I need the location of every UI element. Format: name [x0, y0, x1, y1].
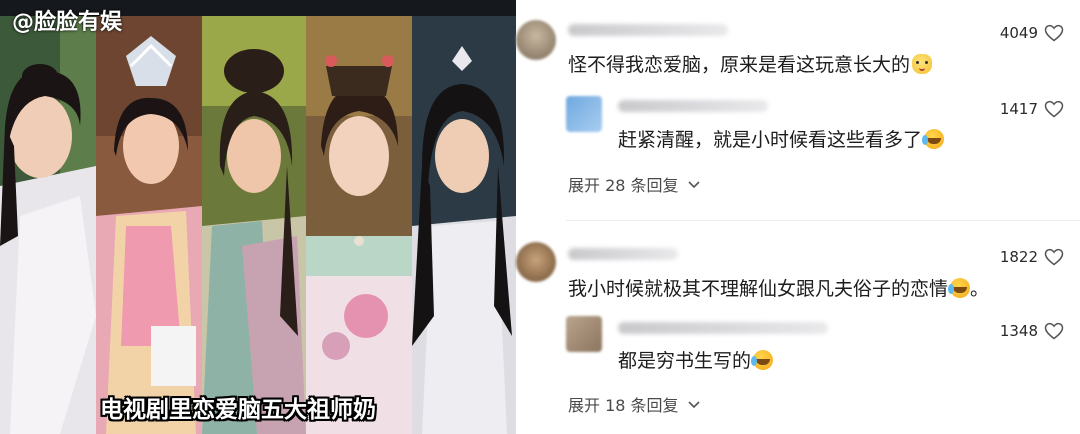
portrait-image: [0, 16, 96, 434]
expand-replies-label: 展开 28 条回复: [568, 176, 679, 195]
commenter-username[interactable]: [568, 248, 678, 260]
video-caption: 电视剧里恋爱脑五大祖师奶: [100, 397, 376, 423]
reply-avatar[interactable]: [566, 96, 602, 132]
commenter-avatar[interactable]: [516, 20, 556, 60]
video-frame[interactable]: @脸脸有娱 电视剧里恋爱脑五大祖师奶: [0, 0, 516, 434]
expand-replies-button[interactable]: 展开 18 条回复: [568, 392, 701, 416]
chevron-down-icon: [687, 181, 700, 189]
commenter-username[interactable]: [568, 24, 728, 36]
like-count: 1417: [999, 100, 1038, 118]
like-count: 4049: [999, 24, 1038, 42]
expand-replies-label: 展开 18 条回复: [568, 396, 679, 415]
reply-username[interactable]: [618, 100, 768, 112]
portrait-panel-5: [412, 16, 516, 434]
comment-text-body: 我小时候就极其不理解仙女跟凡夫俗子的恋情: [568, 278, 949, 300]
comment-text-body: 怪不得我恋爱脑，原来是看这玩意长大的: [568, 54, 911, 76]
cat-emoji: [912, 54, 933, 74]
portrait-panel-2: [96, 16, 202, 434]
like-count: 1348: [999, 322, 1038, 340]
portrait-panel-3: [202, 16, 306, 434]
expand-replies-button[interactable]: 展开 28 条回复: [568, 172, 701, 196]
crying-laughing-emoji: [751, 350, 774, 370]
portrait-image: [96, 16, 202, 434]
reply-text-body: 赶紧清醒，就是小时候看这些看多了: [618, 129, 923, 151]
reply-text: 都是穷书生写的: [618, 346, 774, 373]
comment-text-suffix: 。: [970, 278, 990, 300]
video-watermark: @脸脸有娱: [12, 10, 123, 35]
chevron-down-icon: [687, 401, 700, 409]
reply-username[interactable]: [618, 322, 828, 334]
heart-outline-icon[interactable]: [1044, 24, 1064, 42]
comment-text: 怪不得我恋爱脑，原来是看这玩意长大的: [568, 50, 933, 77]
crying-laughing-emoji: [948, 278, 971, 298]
heart-outline-icon[interactable]: [1044, 248, 1064, 266]
heart-outline-icon[interactable]: [1044, 100, 1064, 118]
commenter-avatar[interactable]: [516, 242, 556, 282]
portrait-panel-1: [0, 16, 96, 434]
like-count: 1822: [999, 248, 1038, 266]
reply-text-body: 都是穷书生写的: [618, 350, 752, 372]
portrait-image: [412, 16, 516, 434]
crying-laughing-emoji: [922, 129, 945, 149]
reply-avatar[interactable]: [566, 316, 602, 352]
comment-divider: [566, 220, 1080, 221]
reply-text: 赶紧清醒，就是小时候看这些看多了: [618, 125, 945, 152]
portrait-panel-4: [306, 16, 412, 434]
heart-outline-icon[interactable]: [1044, 322, 1064, 340]
portrait-image: [202, 16, 306, 434]
comment-text: 我小时候就极其不理解仙女跟凡夫俗子的恋情。: [568, 274, 989, 301]
comment-list: 怪不得我恋爱脑，原来是看这玩意长大的 4049 赶紧清醒，就是小时候看这些看多了…: [516, 0, 1080, 434]
portrait-image: [306, 16, 412, 434]
